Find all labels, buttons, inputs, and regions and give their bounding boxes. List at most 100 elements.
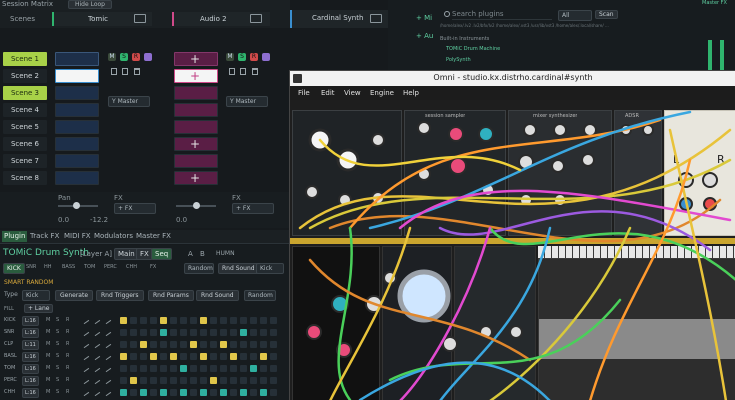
- knob[interactable]: [581, 153, 595, 167]
- copy-icon[interactable]: [229, 68, 235, 75]
- step-cell[interactable]: [130, 389, 137, 396]
- step-cell[interactable]: [190, 377, 197, 384]
- step-cell[interactable]: [260, 365, 267, 372]
- lane-tool-icon[interactable]: [91, 327, 101, 337]
- search-input[interactable]: Search plugins: [452, 10, 552, 20]
- step-cell[interactable]: [240, 353, 247, 360]
- knob[interactable]: [371, 133, 385, 147]
- lane-flag[interactable]: M: [46, 365, 50, 371]
- delete-icon[interactable]: [134, 68, 140, 75]
- output-select[interactable]: Y Master: [108, 96, 150, 107]
- kit-tag[interactable]: PERC: [104, 264, 117, 270]
- pan-handle[interactable]: [193, 202, 200, 209]
- lane-flag[interactable]: R: [66, 389, 69, 395]
- knob[interactable]: [583, 123, 597, 137]
- knob[interactable]: [523, 123, 537, 137]
- step-cell[interactable]: [210, 341, 217, 348]
- lane-tool-icon[interactable]: [91, 339, 101, 349]
- step-cell[interactable]: [190, 341, 197, 348]
- step-cell[interactable]: [180, 389, 187, 396]
- step-cell[interactable]: [210, 317, 217, 324]
- scene-button[interactable]: Scene 5: [3, 120, 47, 134]
- lane-length[interactable]: L:16: [22, 388, 39, 398]
- browser-item[interactable]: PolySynth: [446, 57, 471, 63]
- step-cell[interactable]: [240, 389, 247, 396]
- menu-edit[interactable]: Edit: [321, 88, 335, 98]
- step-cell[interactable]: [190, 329, 197, 336]
- pan-handle[interactable]: [73, 202, 80, 209]
- step-cell[interactable]: [130, 377, 137, 384]
- lane-tool-icon[interactable]: [91, 363, 101, 373]
- clip-slot[interactable]: [55, 120, 99, 134]
- lane-length[interactable]: L:16: [22, 376, 39, 386]
- scene-button[interactable]: Scene 3: [3, 86, 47, 100]
- folder-icon[interactable]: [370, 14, 382, 23]
- scene-button[interactable]: Scene 1: [3, 52, 47, 66]
- tab-master-fx[interactable]: Master FX: [136, 231, 171, 242]
- lane-flag[interactable]: M: [46, 353, 50, 359]
- lane-tool-icon[interactable]: [91, 387, 101, 397]
- step-cell[interactable]: [270, 317, 277, 324]
- folder-icon[interactable]: [134, 14, 146, 23]
- step-cell[interactable]: [120, 329, 127, 336]
- track-header-tomic[interactable]: Tomic: [52, 12, 152, 26]
- step-cell[interactable]: [160, 317, 167, 324]
- rnd-sound-button[interactable]: Rnd Sound: [196, 290, 239, 301]
- step-cell[interactable]: [180, 377, 187, 384]
- step-cell[interactable]: [140, 341, 147, 348]
- delete-icon[interactable]: [252, 68, 258, 75]
- mute-button[interactable]: M: [226, 53, 234, 61]
- paste-icon[interactable]: [240, 68, 246, 75]
- add-audio-track[interactable]: + Au: [416, 32, 433, 40]
- lane-flag[interactable]: R: [66, 377, 69, 383]
- lane-tool-icon[interactable]: [102, 315, 112, 325]
- solo-button[interactable]: S: [120, 53, 128, 61]
- knob[interactable]: [449, 157, 467, 175]
- clip-slot[interactable]: [55, 137, 99, 151]
- scan-button[interactable]: Scan: [595, 10, 618, 19]
- browser-item[interactable]: TOMiC Drum Machine: [446, 46, 500, 52]
- step-cell[interactable]: [180, 341, 187, 348]
- step-cell[interactable]: [170, 329, 177, 336]
- random-select[interactable]: Random: [184, 263, 214, 274]
- kit-kick[interactable]: KICK: [3, 263, 25, 274]
- output-select[interactable]: Y Master: [226, 96, 268, 107]
- step-cell[interactable]: [160, 329, 167, 336]
- add-lane-button[interactable]: + Lane: [24, 304, 54, 313]
- step-cell[interactable]: [140, 353, 147, 360]
- lane-flag[interactable]: M: [46, 341, 50, 347]
- step-cell[interactable]: [200, 341, 207, 348]
- step-cell[interactable]: [220, 389, 227, 396]
- step-cell[interactable]: [240, 377, 247, 384]
- record-button[interactable]: R: [250, 53, 258, 61]
- lane-flag[interactable]: S: [56, 365, 59, 371]
- step-cell[interactable]: [180, 329, 187, 336]
- lane-tool-icon[interactable]: [102, 375, 112, 385]
- lane-tool-icon[interactable]: [80, 375, 90, 385]
- option-b[interactable]: B: [200, 250, 205, 258]
- clip-slot[interactable]: [55, 86, 99, 100]
- clip-slot[interactable]: +: [174, 52, 218, 66]
- scene-button[interactable]: Scene 4: [3, 103, 47, 117]
- tab-modulators[interactable]: Modulators: [94, 231, 133, 242]
- generate-button[interactable]: Generate: [55, 290, 94, 301]
- step-cell[interactable]: [160, 365, 167, 372]
- knob[interactable]: [642, 124, 654, 136]
- lane-tool-icon[interactable]: [102, 327, 112, 337]
- knob[interactable]: [509, 325, 523, 339]
- step-cell[interactable]: [150, 341, 157, 348]
- clip-slot[interactable]: [174, 154, 218, 168]
- scene-button[interactable]: Scene 7: [3, 154, 47, 168]
- step-cell[interactable]: [140, 365, 147, 372]
- kit-tag[interactable]: CHH: [126, 264, 137, 270]
- clip-slot[interactable]: +: [174, 69, 218, 83]
- clip-slot[interactable]: [55, 171, 99, 185]
- lane-flag[interactable]: M: [46, 377, 50, 383]
- step-cell[interactable]: [240, 317, 247, 324]
- step-cell[interactable]: [170, 365, 177, 372]
- step-cell[interactable]: [230, 341, 237, 348]
- kit-tag[interactable]: TOM: [84, 264, 95, 270]
- step-cell[interactable]: [210, 389, 217, 396]
- step-cell[interactable]: [250, 353, 257, 360]
- kit-tag[interactable]: FX: [150, 264, 156, 270]
